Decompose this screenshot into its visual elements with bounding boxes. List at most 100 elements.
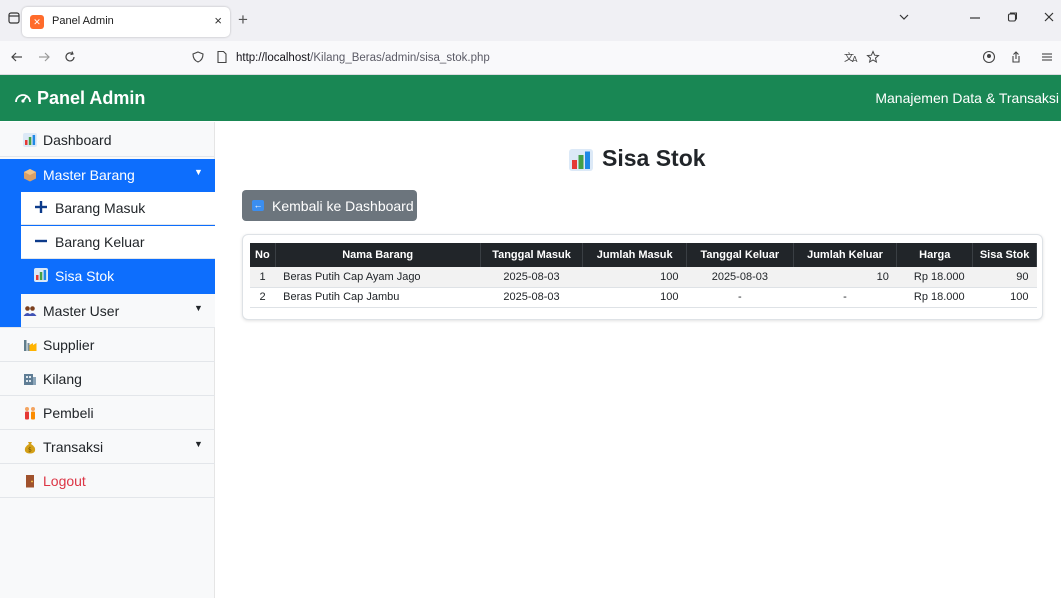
box-icon: [23, 168, 37, 182]
sidebar-item-kilang[interactable]: Kilang: [0, 363, 215, 396]
account-icon[interactable]: [982, 50, 996, 67]
sidebar-item-label: Supplier: [43, 337, 95, 353]
column-header: Jumlah Masuk: [582, 243, 688, 267]
table-row: 1 Beras Putih Cap Ayam Jago 2025-08-03 1…: [250, 267, 1037, 288]
sidebar-item-dashboard[interactable]: Dashboard: [0, 124, 215, 157]
sidebar-item-label: Master Barang: [43, 167, 135, 183]
close-window-icon[interactable]: [1043, 11, 1055, 26]
sidebar-item-master-barang[interactable]: Master Barang ▼: [0, 159, 215, 192]
tab-overflow-chevron-icon[interactable]: [898, 11, 910, 26]
cell-jumlah-keluar: -: [793, 287, 897, 308]
table-row: 2 Beras Putih Cap Jambu 2025-08-03 100 -…: [250, 287, 1037, 308]
cell-jumlah-keluar: 10: [793, 267, 897, 288]
money-bag-icon: $: [23, 440, 37, 454]
cell-tanggal-keluar: 2025-08-03: [686, 267, 794, 288]
sidebar-item-transaksi[interactable]: $ Transaksi ▼: [0, 431, 215, 464]
minus-icon: [33, 234, 49, 252]
column-header: Harga: [896, 243, 974, 267]
brand[interactable]: Panel Admin: [14, 88, 145, 109]
sidebar-item-barang-keluar[interactable]: Barang Keluar: [21, 226, 215, 259]
bookmark-star-icon[interactable]: [866, 50, 880, 67]
translate-icon[interactable]: 文A: [844, 50, 860, 67]
people-icon: [23, 406, 37, 420]
page-icon[interactable]: [215, 50, 229, 67]
sidebar-item-label: Master User: [43, 303, 120, 319]
column-header: Sisa Stok: [972, 243, 1037, 267]
table-header-row: No Nama Barang Tanggal Masuk Jumlah Masu…: [250, 243, 1037, 267]
browser-tab[interactable]: ✕ Panel Admin ×: [22, 7, 230, 37]
sidebar-item-master-user[interactable]: Master User ▼: [0, 295, 215, 328]
cell-tanggal-masuk: 2025-08-03: [480, 267, 583, 288]
tab-close-icon[interactable]: ×: [214, 13, 222, 28]
back-arrow-icon[interactable]: [10, 50, 24, 67]
sidebar-item-label: Kilang: [43, 371, 82, 387]
menu-icon[interactable]: [1040, 50, 1054, 67]
browser-tab-bar: ✕ Panel Admin × +: [0, 0, 1061, 41]
cell-harga: Rp 18.000: [896, 287, 973, 308]
bar-chart-icon: [33, 268, 49, 286]
xampp-favicon-icon: ✕: [30, 15, 44, 29]
column-header: Tanggal Masuk: [480, 243, 584, 267]
sidebar-item-label: Transaksi: [43, 439, 104, 455]
cell-nama-barang: Beras Putih Cap Ayam Jago: [275, 267, 481, 288]
sidebar-item-sisa-stok[interactable]: Sisa Stok: [21, 260, 215, 293]
cell-no: 1: [250, 267, 276, 288]
sidebar-item-label: Pembeli: [43, 405, 94, 421]
cell-no: 2: [250, 287, 276, 308]
sidebar-item-barang-masuk[interactable]: Barang Masuk: [21, 192, 215, 225]
cell-nama-barang: Beras Putih Cap Jambu: [275, 287, 481, 308]
url-path: /Kilang_Beras/admin/sisa_stok.php: [310, 52, 490, 64]
sidebar-item-label: Logout: [43, 473, 86, 489]
users-icon: [23, 304, 37, 318]
sidebar-item-label: Sisa Stok: [55, 268, 115, 284]
minimize-icon[interactable]: [969, 11, 981, 26]
factory-icon: [23, 338, 37, 352]
svg-text:A: A: [852, 55, 858, 64]
back-button-label: Kembali ke Dashboard: [272, 198, 414, 214]
url-host: http://localhost: [236, 52, 311, 64]
reload-icon[interactable]: [63, 50, 77, 67]
app-header: Panel Admin Manajemen Data & Transaksi: [0, 75, 1061, 121]
column-header: Tanggal Keluar: [686, 243, 794, 267]
stock-table: No Nama Barang Tanggal Masuk Jumlah Masu…: [250, 243, 1037, 308]
arrow-left-icon: ←: [252, 200, 264, 211]
restore-icon[interactable]: [1006, 11, 1018, 26]
speedometer-icon: [15, 94, 31, 103]
tab-title: Panel Admin: [52, 15, 114, 27]
page-title: Sisa Stok: [602, 145, 706, 171]
brand-title: Panel Admin: [37, 88, 146, 108]
share-icon[interactable]: [1009, 50, 1023, 67]
building-icon: [23, 372, 37, 386]
sidebar: Dashboard Master Barang ▼ Barang Masuk B…: [0, 122, 215, 598]
column-header: No: [250, 243, 276, 267]
svg-text:$: $: [28, 447, 32, 454]
cell-tanggal-keluar: -: [686, 287, 794, 308]
new-tab-button[interactable]: +: [238, 10, 248, 30]
cell-harga: Rp 18.000: [896, 267, 973, 288]
sidebar-item-label: Barang Keluar: [55, 234, 145, 250]
cell-sisa-stok: 90: [972, 267, 1037, 288]
column-header: Jumlah Keluar: [793, 243, 898, 267]
tab-list-icon[interactable]: [4, 10, 24, 30]
bar-chart-icon: [23, 133, 37, 147]
back-to-dashboard-button[interactable]: ← Kembali ke Dashboard: [242, 190, 417, 221]
sidebar-item-logout[interactable]: Logout: [0, 465, 215, 498]
sidebar-item-supplier[interactable]: Supplier: [0, 329, 215, 362]
forward-arrow-icon[interactable]: [37, 50, 51, 67]
sidebar-item-label: Dashboard: [43, 132, 112, 148]
caret-down-icon: ▼: [194, 439, 203, 449]
sidebar-item-label: Barang Masuk: [55, 200, 146, 216]
browser-nav-bar: http://localhost/Kilang_Beras/admin/sisa…: [0, 41, 1061, 75]
caret-down-icon: ▼: [194, 167, 203, 177]
cell-jumlah-masuk: 100: [582, 287, 687, 308]
door-icon: [23, 474, 37, 488]
cell-tanggal-masuk: 2025-08-03: [480, 287, 583, 308]
address-bar[interactable]: http://localhost/Kilang_Beras/admin/sisa…: [236, 52, 490, 64]
bar-chart-icon: [569, 149, 593, 171]
stock-table-card: No Nama Barang Tanggal Masuk Jumlah Masu…: [242, 234, 1043, 320]
cell-sisa-stok: 100: [972, 287, 1037, 308]
plus-icon: [33, 200, 49, 218]
sidebar-item-pembeli[interactable]: Pembeli: [0, 397, 215, 430]
shield-icon[interactable]: [191, 50, 205, 67]
caret-down-icon: ▼: [194, 303, 203, 313]
